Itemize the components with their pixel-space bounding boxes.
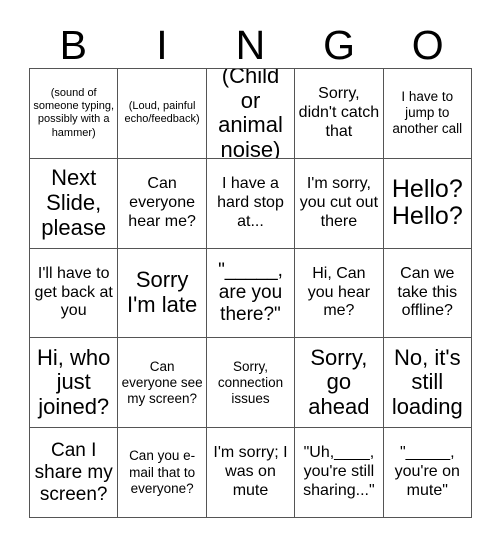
bingo-cell-text: I'm sorry, you cut out there	[299, 174, 383, 230]
bingo-cell-text: "_____, you're on mute"	[394, 444, 465, 500]
bingo-header-letter-b: B	[59, 21, 87, 68]
bingo-cell[interactable]: No, it's still loading	[383, 338, 472, 429]
bingo-cell[interactable]: Hello? Hello?	[383, 158, 472, 249]
bingo-cell-text: Can everyone see my screen?	[121, 358, 207, 406]
bingo-cell[interactable]: Hi, who just joined?	[30, 338, 119, 429]
bingo-cell[interactable]: I have a hard stop at...	[206, 158, 296, 249]
bingo-header: B I N G O	[29, 22, 472, 68]
bingo-cell-text: Hello? Hello?	[391, 174, 470, 231]
bingo-cell[interactable]: Can you e-mail that to everyone?	[118, 428, 207, 518]
bingo-cell[interactable]: I have to jump to another call	[383, 69, 472, 159]
bingo-cell[interactable]: Can we take this offline?	[383, 248, 472, 339]
bingo-cell-text: Next Slide, please	[41, 165, 108, 240]
bingo-header-letter-g: G	[323, 21, 356, 68]
bingo-cell[interactable]: "Uh,____, you're still sharing..."	[295, 428, 384, 518]
bingo-cell[interactable]: Can everyone hear me?	[118, 158, 207, 249]
bingo-cell[interactable]: Sorry, go ahead	[295, 338, 384, 429]
bingo-cell-text: (Child or animal noise)	[218, 69, 290, 159]
bingo-cell[interactable]: Can everyone see my screen?	[118, 338, 207, 429]
bingo-cell[interactable]: "_____, are you there?"	[206, 248, 296, 339]
bingo-cell-text: "_____, are you there?"	[218, 259, 289, 325]
bingo-cell[interactable]: Can I share my screen?	[30, 428, 119, 518]
bingo-cell-text: I'll have to get back at you	[34, 264, 118, 320]
bingo-cell-text: Sorry I'm late	[126, 267, 198, 317]
bingo-grid: (sound of someone typing, possibly with …	[29, 68, 472, 518]
bingo-header-letter-i: I	[156, 21, 168, 68]
bingo-cell[interactable]: Sorry, connection issues	[206, 338, 296, 429]
bingo-cell[interactable]: "_____, you're on mute"	[383, 428, 472, 518]
bingo-cell-text: (sound of someone typing, possibly with …	[33, 86, 118, 139]
bingo-cell[interactable]: Sorry, didn't catch that	[295, 69, 384, 159]
bingo-cell-text: I have to jump to another call	[392, 89, 463, 137]
bingo-cell-text: I have a hard stop at...	[217, 174, 289, 230]
bingo-cell-text: Sorry, didn't catch that	[298, 85, 384, 140]
bingo-cell[interactable]: (Child or animal noise)	[206, 69, 296, 159]
bingo-cell-text: Hi, who just joined?	[37, 344, 117, 420]
bingo-cell-text: Can I share my screen?	[34, 439, 119, 505]
bingo-cell[interactable]: Hi, Can you hear me?	[295, 248, 384, 339]
bingo-cell[interactable]: I'll have to get back at you	[30, 248, 119, 339]
bingo-cell[interactable]: (sound of someone typing, possibly with …	[30, 69, 119, 159]
bingo-cell-text: "Uh,____, you're still sharing..."	[303, 444, 379, 500]
bingo-cell-text: Hi, Can you hear me?	[307, 264, 375, 320]
bingo-cell-text: Can everyone hear me?	[128, 174, 200, 230]
bingo-cell-text: Sorry, go ahead	[308, 344, 374, 420]
bingo-cell[interactable]: Next Slide, please	[30, 158, 119, 249]
bingo-cell-text: Can you e-mail that to everyone?	[129, 448, 199, 496]
bingo-card: B I N G O (sound of someone typing, poss…	[0, 0, 500, 544]
bingo-cell-text: Sorry, connection issues	[217, 358, 287, 406]
bingo-cell[interactable]: (Loud, painful echo/feedback)	[118, 69, 207, 159]
bingo-cell[interactable]: Sorry I'm late	[118, 248, 207, 339]
bingo-cell-text: Can we take this offline?	[397, 264, 462, 320]
bingo-header-letter-o: O	[411, 21, 444, 68]
bingo-cell[interactable]: I'm sorry; I was on mute	[206, 428, 296, 518]
bingo-header-letter-n: N	[235, 21, 266, 68]
bingo-cell-text: No, it's still loading	[391, 344, 467, 420]
bingo-cell-text: (Loud, painful echo/feedback)	[124, 99, 200, 126]
bingo-cell[interactable]: I'm sorry, you cut out there	[295, 158, 384, 249]
bingo-cell-text: I'm sorry; I was on mute	[213, 444, 293, 500]
